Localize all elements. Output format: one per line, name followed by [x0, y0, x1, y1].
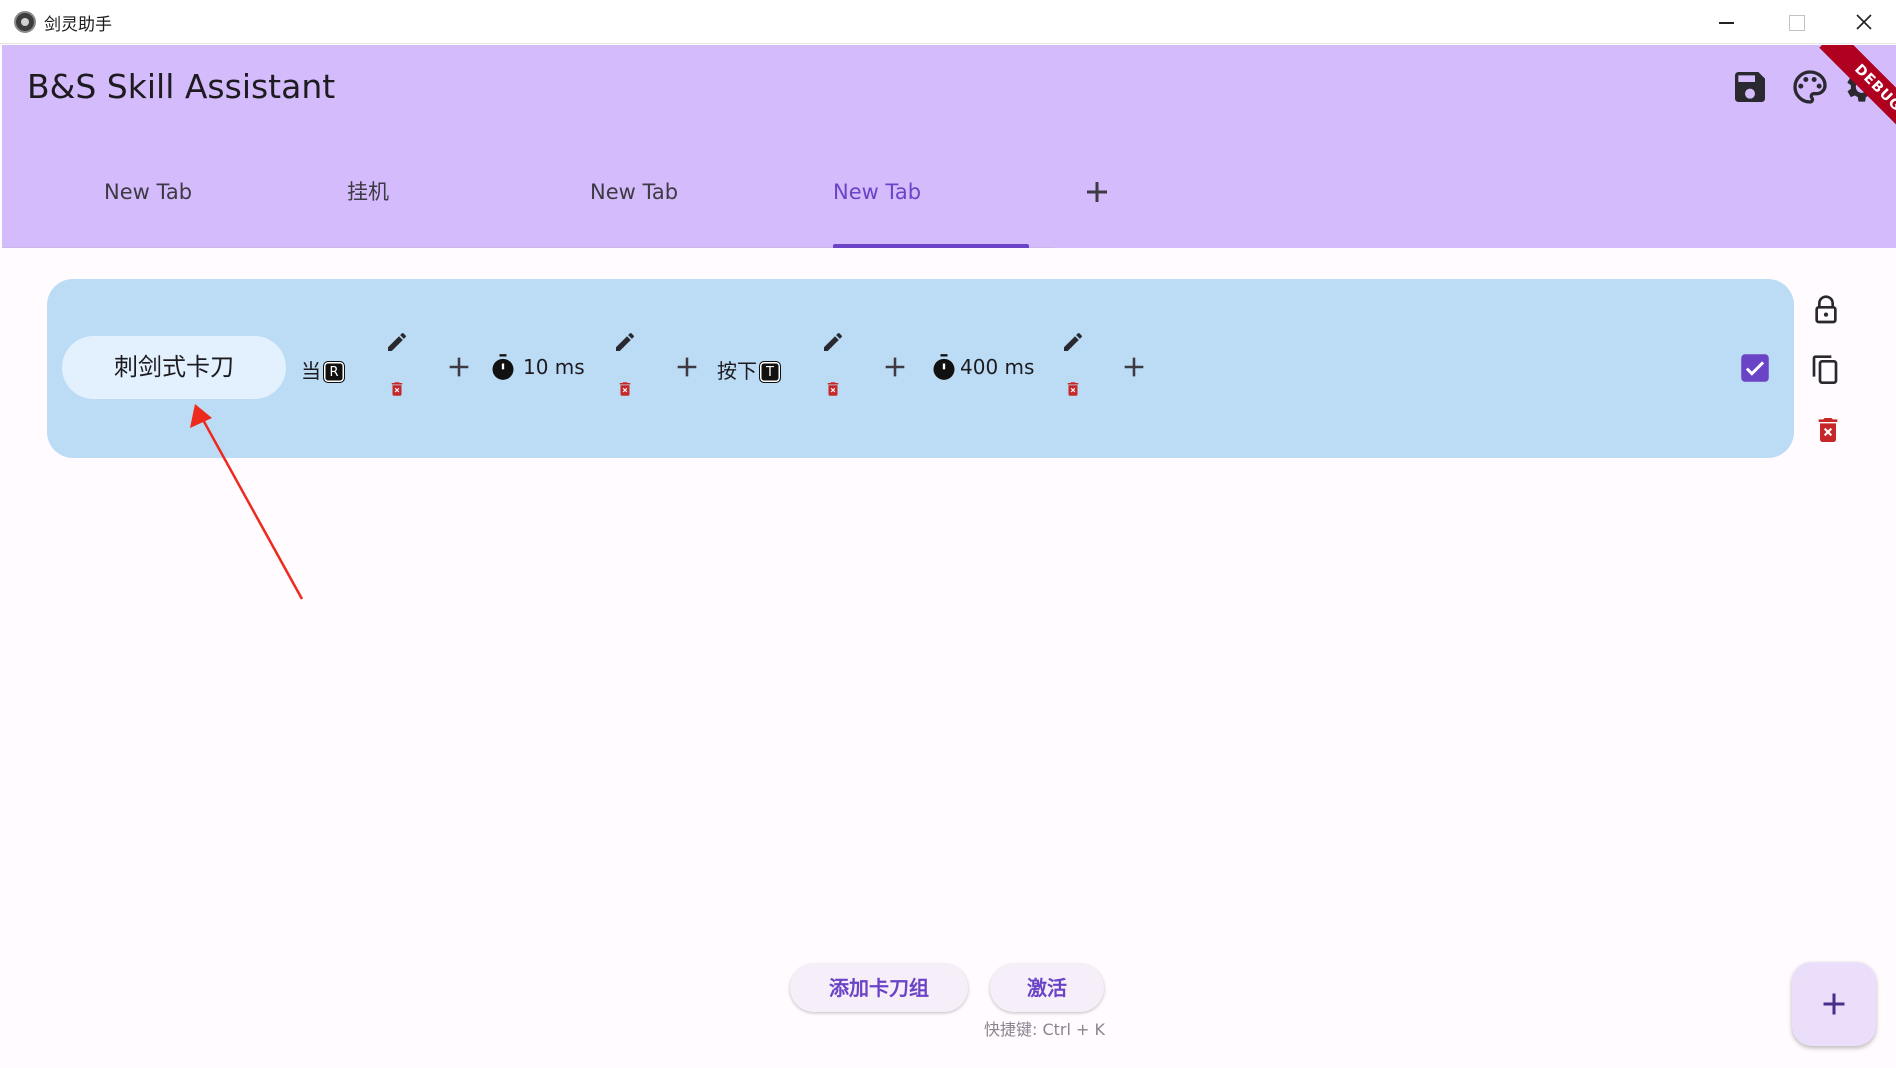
app-bar: B&S Skill Assistant DEBUG New Tab 挂机 New… — [2, 45, 1896, 248]
tab-new-tab-1[interactable]: New Tab — [104, 153, 192, 248]
step-press: 按下 T — [717, 355, 781, 384]
key-t-badge: T — [759, 361, 781, 383]
edit-step-2-icon[interactable] — [613, 330, 637, 354]
edit-step-3-icon[interactable] — [821, 330, 845, 354]
window-title: 剑灵助手 — [44, 15, 112, 35]
step-press-label: 按下 — [717, 359, 757, 383]
maximize-icon[interactable] — [1761, 0, 1829, 44]
tab-new-tab-4[interactable]: New Tab — [833, 153, 921, 248]
palette-icon[interactable] — [1790, 67, 1830, 107]
timer-icon — [933, 354, 955, 380]
edit-step-1-icon[interactable] — [385, 330, 409, 354]
add-tab-icon[interactable] — [1082, 177, 1112, 207]
step-trigger: 当R — [301, 355, 345, 384]
combo-card: 刺剑式卡刀 当R 10 ms 按下 T 400 ms — [47, 279, 1794, 458]
delete-step-2-icon[interactable] — [616, 379, 634, 399]
step-delay-2: 400 ms — [960, 355, 1035, 379]
edit-step-4-icon[interactable] — [1061, 330, 1085, 354]
save-icon[interactable] — [1730, 67, 1770, 107]
tab-new-tab-3[interactable]: New Tab — [590, 153, 678, 248]
step-trigger-label: 当 — [301, 359, 321, 383]
copy-icon[interactable] — [1810, 354, 1842, 386]
add-step-icon[interactable] — [673, 353, 701, 381]
delete-step-4-icon[interactable] — [1064, 379, 1082, 399]
add-combo-group-button[interactable]: 添加卡刀组 — [790, 964, 968, 1012]
app-title: B&S Skill Assistant — [27, 67, 336, 106]
timer-icon — [492, 354, 514, 380]
add-fab-button[interactable] — [1792, 962, 1876, 1046]
minimize-icon[interactable] — [1692, 0, 1760, 44]
delete-combo-icon[interactable] — [1812, 414, 1844, 446]
combo-name-chip[interactable]: 刺剑式卡刀 — [62, 336, 286, 399]
lock-icon[interactable] — [1810, 294, 1842, 326]
enabled-checkbox[interactable] — [1740, 353, 1770, 383]
close-icon[interactable] — [1830, 0, 1896, 44]
add-step-icon[interactable] — [1120, 353, 1148, 381]
activate-button[interactable]: 激活 — [990, 964, 1104, 1012]
plus-icon — [1823, 993, 1845, 1015]
key-r-badge: R — [323, 361, 345, 383]
delete-step-1-icon[interactable] — [388, 379, 406, 399]
selected-tab-indicator — [833, 244, 1029, 248]
step-delay-1: 10 ms — [523, 355, 585, 379]
shortcut-hint: 快捷键: Ctrl + K — [984, 1020, 1106, 1039]
add-step-icon[interactable] — [445, 353, 473, 381]
app-logo-icon — [14, 11, 36, 33]
window-titlebar: 剑灵助手 — [0, 0, 1896, 44]
tab-guaji[interactable]: 挂机 — [347, 153, 389, 248]
tab-bar: New Tab 挂机 New Tab New Tab — [2, 153, 1896, 248]
add-step-icon[interactable] — [881, 353, 909, 381]
delete-step-3-icon[interactable] — [824, 379, 842, 399]
